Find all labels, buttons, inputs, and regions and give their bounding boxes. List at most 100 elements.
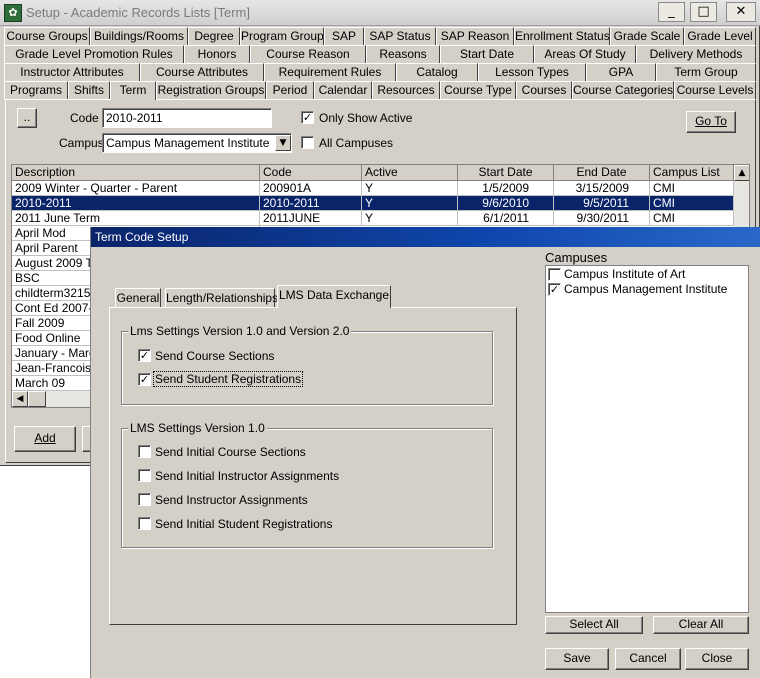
only-show-active-checkbox[interactable]: ✓ [301,111,314,124]
tab-resources[interactable]: Resources [372,81,440,99]
tab-course-categories[interactable]: Course Categories [572,81,674,99]
tab-program-group[interactable]: Program Group [240,27,324,45]
tab-start-date[interactable]: Start Date [440,45,534,63]
window-title: Setup - Academic Records Lists [Term] [26,5,250,20]
code-input[interactable]: 2010-2011 [102,108,272,128]
scroll-thumb[interactable] [28,391,46,407]
dialog-title-bar[interactable]: Term Code Setup [91,227,760,247]
column-header-end-date[interactable]: End Date [554,165,650,181]
send-student-registrations-label: Send Student Registrations [152,371,304,387]
tab-buildings-rooms[interactable]: Buildings/Rooms [90,27,188,45]
chevron-down-icon[interactable]: ▼ [275,135,291,151]
cell-description: 2009 Winter - Quarter - Parent [12,181,260,196]
tab-reasons[interactable]: Reasons [366,45,440,63]
send-course-sections-checkbox[interactable]: ✓ [138,349,151,362]
tab-areas-of-study[interactable]: Areas Of Study [534,45,636,63]
column-header-active[interactable]: Active [362,165,458,181]
tab-delivery-methods[interactable]: Delivery Methods [636,45,756,63]
group-title: LMS Settings Version 1.0 [128,421,267,435]
tab-lesson-types[interactable]: Lesson Types [478,63,586,81]
tab-calendar[interactable]: Calendar [314,81,372,99]
all-campuses-checkbox[interactable] [301,136,314,149]
tab-grade-scale[interactable]: Grade Scale [610,27,684,45]
table-row[interactable]: 2009 Winter - Quarter - Parent 200901A Y… [12,181,734,196]
campuses-label: Campuses [545,250,608,265]
cell-active: Y [362,211,458,226]
cell-description: 2010-2011 [12,196,260,211]
tab-instructor-attributes[interactable]: Instructor Attributes [4,63,140,81]
column-header-campus-list[interactable]: Campus List [650,165,734,181]
tab-enrollment-status[interactable]: Enrollment Status [514,27,610,45]
tab-course-attributes[interactable]: Course Attributes [140,63,264,81]
send-initial-course-sections-label: Send Initial Course Sections [155,445,306,459]
send-initial-instructor-assignments-checkbox[interactable] [138,469,151,482]
add-button[interactable]: Add [14,426,76,452]
tab-degree[interactable]: Degree [188,27,240,45]
send-student-registrations-checkbox[interactable]: ✓ [138,373,151,386]
horizontal-scrollbar[interactable]: ◀ [12,391,92,407]
send-initial-course-sections-checkbox[interactable] [138,445,151,458]
select-all-button[interactable]: Select All [545,616,643,634]
tab-term-group[interactable]: Term Group [656,63,756,81]
column-header-code[interactable]: Code [260,165,362,181]
group-title: Lms Settings Version 1.0 and Version 2.0 [128,324,352,338]
maximize-button[interactable]: □ [690,2,717,22]
campus-select[interactable]: Campus Management Institute ▼ [102,133,292,153]
title-bar[interactable]: ✿ Setup - Academic Records Lists [Term] … [0,0,760,26]
tab-gpa[interactable]: GPA [586,63,656,81]
send-instructor-assignments-checkbox[interactable] [138,493,151,506]
save-button[interactable]: Save [545,648,609,670]
tab-programs[interactable]: Programs [4,81,68,99]
dialog-tab-general[interactable]: General [115,288,161,308]
column-header-start-date[interactable]: Start Date [458,165,554,181]
cell-end-date: 9/30/2011 [554,211,650,226]
tab-registration-groups[interactable]: Registration Groups [156,81,266,99]
tab-sap-status[interactable]: SAP Status [364,27,436,45]
dialog-tab-lms-data-exchange[interactable]: LMS Data Exchange [277,285,391,308]
scroll-up-icon[interactable]: ▲ [734,165,749,181]
scroll-left-icon[interactable]: ◀ [12,391,28,407]
tab-course-groups[interactable]: Course Groups [4,27,90,45]
tab-term[interactable]: Term [110,81,156,100]
lms-settings-group-1-2: Lms Settings Version 1.0 and Version 2.0 [121,324,493,405]
send-instructor-assignments-label: Send Instructor Assignments [155,493,308,507]
send-initial-student-registrations-label: Send Initial Student Registrations [155,517,333,531]
send-initial-instructor-assignments-label: Send Initial Instructor Assignments [155,469,340,483]
dialog-tab-length-relationships[interactable]: Length/Relationships [165,288,278,308]
tab-sap-reason[interactable]: SAP Reason [436,27,514,45]
tab-shifts[interactable]: Shifts [68,81,110,99]
minimize-button[interactable]: _ [658,2,685,22]
tab-course-levels[interactable]: Course Levels [674,81,756,99]
browse-button[interactable]: .. [17,108,37,128]
tab-requirement-rules[interactable]: Requirement Rules [264,63,396,81]
campus-label: Campus Management Institute [564,282,728,296]
tab-courses[interactable]: Courses [516,81,572,99]
tab-grade-level[interactable]: Grade Level [684,27,756,45]
tab-period[interactable]: Period [266,81,314,99]
campus-checkbox[interactable]: ✓ [548,283,561,296]
cell-start-date: 9/6/2010 [458,196,554,211]
campus-label: Campus [59,136,104,150]
tab-honors[interactable]: Honors [184,45,250,63]
go-to-button[interactable]: Go To [686,111,736,133]
close-window-button[interactable]: ✕ [726,2,756,22]
column-header-description[interactable]: Description [12,165,260,181]
close-button[interactable]: Close [685,648,749,670]
campus-label: Campus Institute of Art [564,267,686,281]
campuses-list[interactable]: Campus Institute of Art ✓ Campus Managem… [545,265,749,613]
table-row[interactable]: 2011 June Term 2011JUNE Y 6/1/2011 9/30/… [12,211,734,226]
cancel-button[interactable]: Cancel [615,648,681,670]
table-row-selected[interactable]: 2010-2011 2010-2011 Y 9/6/2010 9/5/2011 … [12,196,734,211]
send-initial-student-registrations-checkbox[interactable] [138,517,151,530]
tab-catalog[interactable]: Catalog [396,63,478,81]
cell-code: 2011JUNE [260,211,362,226]
cell-end-date: 9/5/2011 [554,196,650,211]
checkmark-icon: ✓ [139,349,150,362]
cell-campus-list: CMI [650,211,734,226]
tab-course-reason[interactable]: Course Reason [250,45,366,63]
campus-checkbox[interactable] [548,268,561,281]
tab-grade-level-promotion-rules[interactable]: Grade Level Promotion Rules [4,45,184,63]
tab-sap[interactable]: SAP [324,27,364,45]
clear-all-button[interactable]: Clear All [653,616,749,634]
tab-course-type[interactable]: Course Type [440,81,516,99]
